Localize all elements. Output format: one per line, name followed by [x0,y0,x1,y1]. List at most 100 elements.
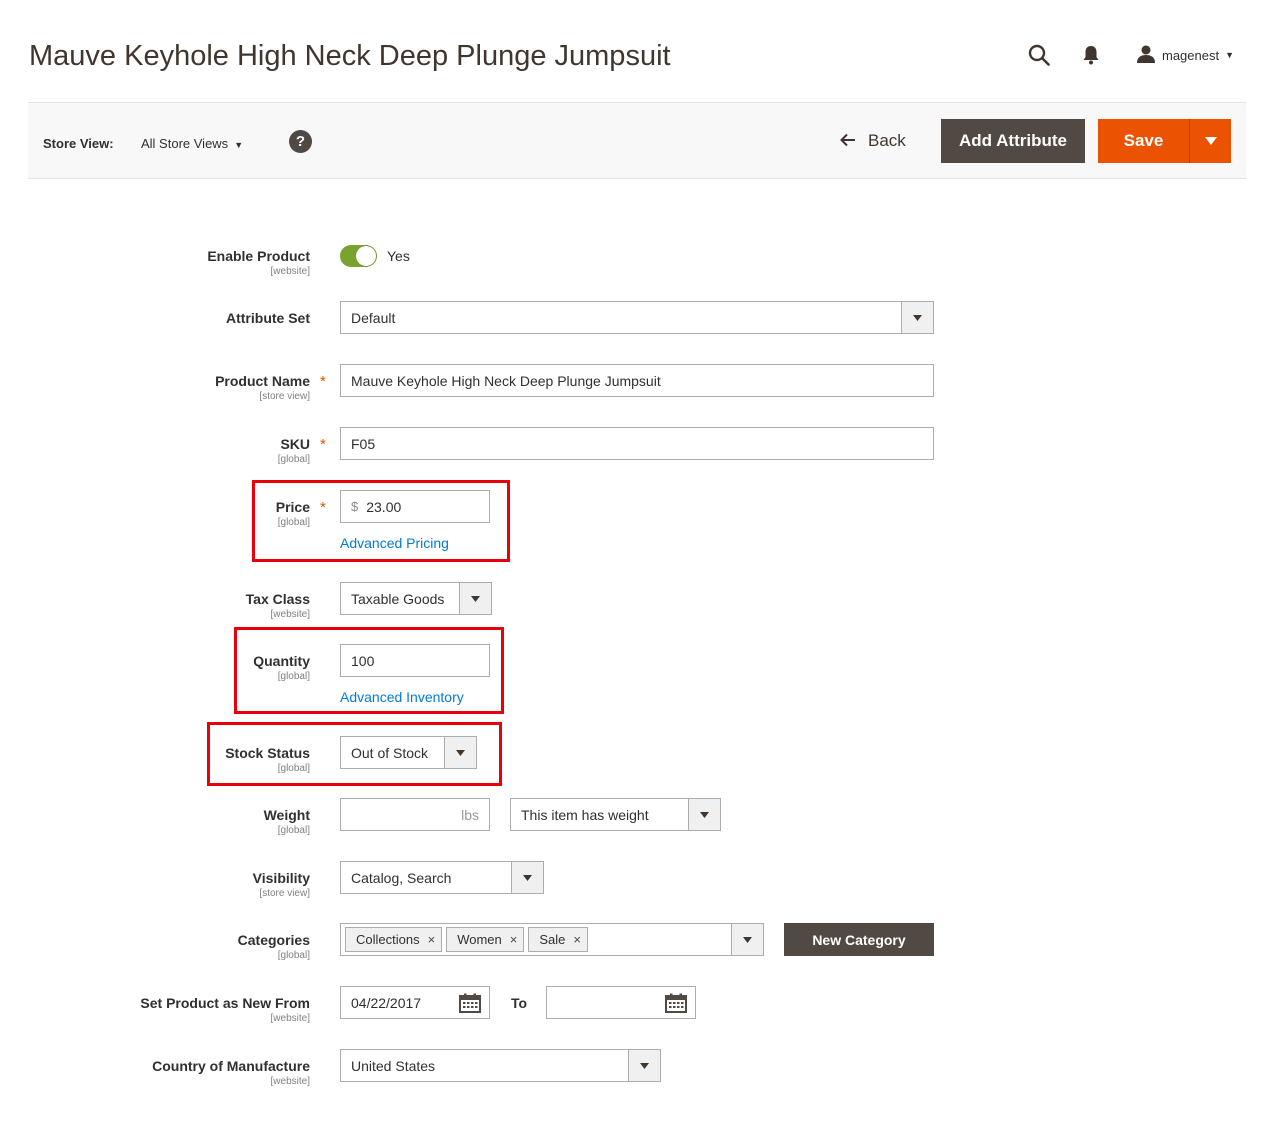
new-from-label: Set Product as New From [website] [140,995,310,1025]
enable-product-toggle[interactable] [340,245,377,267]
category-chips: Collections × Women × Sale × [341,927,731,952]
triangle-down-icon [511,862,543,893]
select-value: Default [351,309,396,326]
triangle-down-icon [1204,137,1217,145]
required-marker: * [320,499,326,516]
visibility-select[interactable]: Catalog, Search [340,861,544,894]
save-button[interactable]: Save [1098,119,1189,163]
chip-label: Collections [356,932,420,947]
date-value: 04/22/2017 [351,994,422,1011]
select-value: United States [351,1057,436,1074]
field-scope: [global] [277,671,310,682]
country-select[interactable]: United States [340,1049,661,1082]
stock-status-label: Stock Status [global] [225,745,310,775]
field-scope: [website] [270,1013,310,1024]
search-icon[interactable] [1024,40,1054,70]
username: magenest [1161,47,1220,63]
add-attribute-button[interactable]: Add Attribute [941,119,1085,163]
close-icon[interactable]: × [510,932,518,947]
new-category-button[interactable]: New Category [784,923,934,956]
triangle-down-icon [628,1050,660,1081]
toggle-knob [356,246,376,266]
save-options-toggle[interactable] [1189,119,1231,163]
field-scope: [global] [277,517,310,528]
field-label: SKU [280,436,310,452]
weight-type-select[interactable]: This item has weight [510,798,721,831]
field-label: Price [275,499,310,515]
visibility-label: Visibility [store view] [253,870,310,900]
weight-unit: lbs [461,806,479,823]
chevron-down-icon: ▼ [234,140,244,150]
enable-product-label: Enable Product [website] [207,248,310,278]
field-scope: [global] [277,950,310,961]
category-chip: Sale × [528,927,588,952]
chevron-down-icon: ▼ [1225,50,1234,60]
advanced-pricing-link[interactable]: Advanced Pricing [340,535,449,551]
sku-input[interactable] [340,427,934,460]
tax-class-label: Tax Class [website] [246,591,310,621]
select-value: This item has weight [521,806,649,823]
back-label: Back [868,131,906,150]
select-value: Taxable Goods [351,590,445,607]
attribute-set-select[interactable]: Default [340,301,934,334]
chip-label: Women [457,932,502,947]
user-menu[interactable]: magenest ▼ [1136,44,1234,67]
field-scope: [store view] [259,888,310,899]
calendar-icon[interactable] [459,993,481,1016]
new-to-date-input[interactable] [546,986,696,1019]
country-label: Country of Manufacture [website] [152,1058,310,1088]
triangle-down-icon [688,799,720,830]
field-label: Visibility [252,870,310,886]
sku-label: SKU [global] [278,436,310,466]
arrow-left-icon [840,131,856,152]
help-icon[interactable]: ? [289,130,312,153]
page-actions-toolbar: Store View: All Store Views ▼ ? Back Add … [28,102,1246,179]
field-scope: [global] [277,454,310,465]
required-marker: * [320,373,326,390]
attribute-set-label: Attribute Set [226,310,310,327]
bell-icon[interactable] [1076,40,1106,70]
close-icon[interactable]: × [573,932,581,947]
quantity-label: Quantity [global] [253,653,310,683]
back-button[interactable]: Back [840,129,906,153]
select-value: Out of Stock [351,744,429,761]
field-label: Attribute Set [226,310,310,326]
store-view-value: All Store Views [141,136,229,151]
categories-label: Categories [global] [238,932,310,962]
field-label: Set Product as New From [140,995,310,1011]
field-label: Quantity [253,653,310,669]
enable-product-value: Yes [387,248,410,264]
advanced-inventory-link[interactable]: Advanced Inventory [340,689,464,705]
field-label: Stock Status [225,745,310,761]
field-label: Country of Manufacture [152,1058,310,1074]
field-scope: [website] [270,1076,310,1087]
triangle-down-icon [901,302,933,333]
store-view-switcher[interactable]: All Store Views ▼ [141,136,243,151]
weight-label: Weight [global] [264,807,310,837]
field-scope: [store view] [259,391,310,402]
categories-multiselect[interactable]: Collections × Women × Sale × [340,923,764,956]
required-marker: * [320,436,326,453]
weight-input[interactable]: lbs [340,798,490,831]
close-icon[interactable]: × [428,932,436,947]
category-chip: Collections × [345,927,443,952]
product-name-input[interactable] [340,364,934,397]
currency-symbol: $ [351,499,359,514]
triangle-down-icon [731,924,763,955]
stock-status-select[interactable]: Out of Stock [340,736,477,769]
triangle-down-icon [459,583,491,614]
field-label: Weight [263,807,310,823]
save-split-button: Save [1098,119,1231,163]
field-label: Enable Product [207,248,310,264]
price-input[interactable]: $ 23.00 [340,490,490,523]
page-title: Mauve Keyhole High Neck Deep Plunge Jump… [29,40,671,72]
field-label: Tax Class [245,591,310,607]
triangle-down-icon [444,737,476,768]
tax-class-select[interactable]: Taxable Goods [340,582,492,615]
new-from-date-input[interactable]: 04/22/2017 [340,986,490,1019]
quantity-input[interactable] [340,644,490,677]
calendar-icon[interactable] [665,993,687,1016]
field-scope: [global] [277,825,310,836]
field-scope: [website] [270,266,310,277]
price-value: 23.00 [366,498,402,515]
